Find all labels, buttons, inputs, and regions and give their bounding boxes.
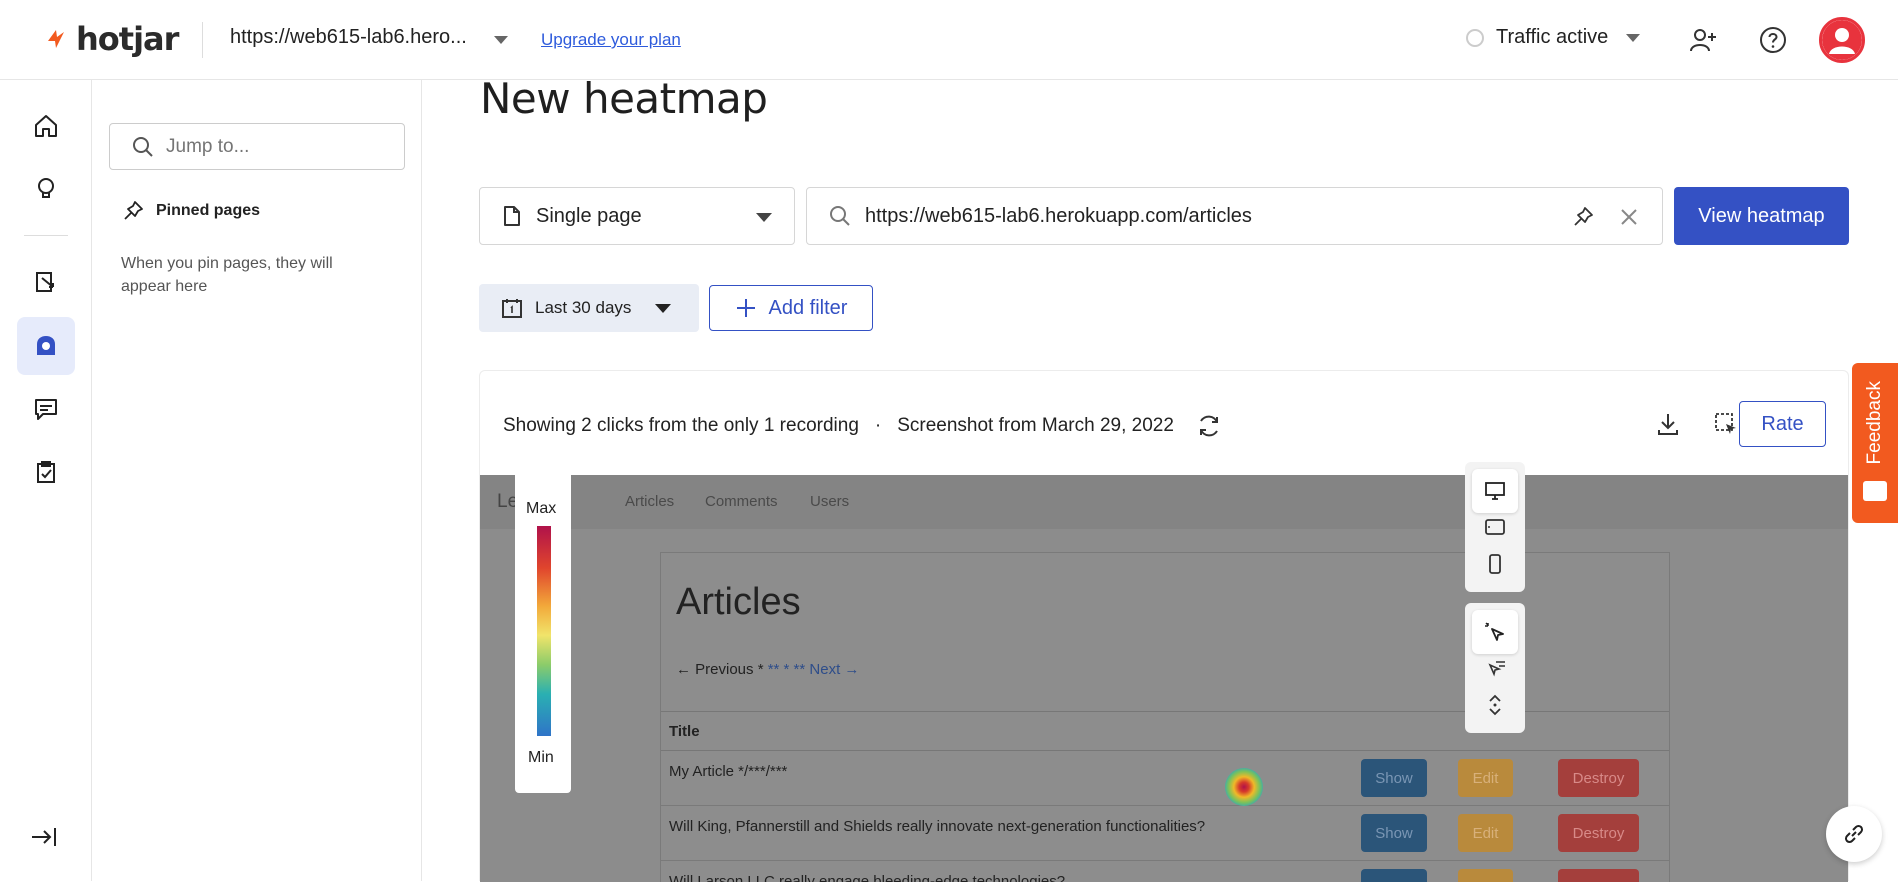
destroy-button: Destroy <box>1558 869 1639 882</box>
lightbulb-icon[interactable] <box>17 160 75 218</box>
preview-heading: Articles <box>676 581 801 623</box>
rate-button[interactable]: Rate <box>1739 401 1826 447</box>
chevron-down-icon[interactable] <box>494 36 508 44</box>
show-button: Show <box>1361 869 1427 882</box>
legend-max-label: Max <box>526 500 557 517</box>
pinned-pages-label: Pinned pages <box>156 202 261 219</box>
heatmap-summary: Showing 2 clicks from the only 1 recordi… <box>503 413 1222 439</box>
link-icon <box>1844 824 1864 844</box>
chevron-down-icon <box>1626 33 1641 42</box>
icon-rail <box>0 80 92 881</box>
chevron-down-icon <box>756 213 772 222</box>
jump-to-search[interactable] <box>109 123 405 170</box>
heatmap-legend: Max Min <box>515 475 571 793</box>
surveys-icon[interactable] <box>17 443 75 501</box>
pin-icon[interactable] <box>1572 206 1594 228</box>
heatmaps-icon[interactable] <box>17 317 75 375</box>
upgrade-plan-link[interactable]: Upgrade your plan <box>541 30 681 50</box>
url-value: https://web615-lab6.herokuapp.com/articl… <box>865 204 1252 227</box>
divider <box>202 22 203 58</box>
table-row: Will King, Pfannerstill and Shields real… <box>661 806 1669 861</box>
refresh-icon[interactable] <box>1196 413 1222 439</box>
avatar[interactable] <box>1819 17 1865 63</box>
preview-navbar: Le ws Articles Comments Users <box>480 475 1848 529</box>
table-row: My Article */***/*** Show Edit Destroy <box>661 751 1669 806</box>
file-icon <box>504 206 520 226</box>
traffic-status-label: Traffic active <box>1496 26 1609 48</box>
page-type-value: Single page <box>536 204 642 227</box>
status-dot-icon <box>1466 28 1484 47</box>
show-button: Show <box>1361 814 1427 852</box>
show-button: Show <box>1361 759 1427 797</box>
top-bar: hotjar https://web615-lab6.hero... Upgra… <box>0 0 1898 80</box>
url-input-field[interactable]: https://web615-lab6.herokuapp.com/articl… <box>806 187 1663 245</box>
close-icon[interactable] <box>1618 206 1640 228</box>
traffic-status-dropdown[interactable]: Traffic active <box>1466 26 1641 49</box>
table-row: Will Larson LLC really engage bleeding-e… <box>661 861 1669 882</box>
add-filter-button[interactable]: Add filter <box>709 285 873 331</box>
site-selector[interactable]: https://web615-lab6.hero... <box>230 26 470 49</box>
date-range-value: Last 30 days <box>535 298 632 317</box>
row-title: Will King, Pfannerstill and Shields real… <box>669 818 1206 835</box>
preview-nav-users: Users <box>810 493 850 510</box>
edit-button: Edit <box>1458 869 1513 882</box>
page-title: New heatmap <box>480 74 768 123</box>
chevron-down-icon <box>655 304 671 313</box>
copy-link-button[interactable] <box>1826 806 1882 862</box>
add-filter-label: Add filter <box>768 296 848 319</box>
pager-prev: ← Previous * <box>676 661 764 678</box>
preview-nav-comments: Comments <box>705 493 778 510</box>
page-type-select[interactable]: Single page <box>479 187 795 245</box>
legend-gradient-bar <box>537 526 551 736</box>
main-content: New heatmap Single page https://web615-l… <box>422 74 1898 882</box>
edit-button: Edit <box>1458 814 1513 852</box>
pin-icon <box>124 201 143 220</box>
clicks-summary: Showing 2 clicks from the only 1 recordi… <box>503 415 859 436</box>
home-icon[interactable] <box>17 97 75 155</box>
edit-button: Edit <box>1458 759 1513 797</box>
preview-nav-articles: Articles <box>625 493 675 510</box>
download-icon[interactable] <box>1652 408 1684 440</box>
preview-pager: ← Previous * ** * ** Next → <box>676 661 859 678</box>
feedback-chat-icon <box>1863 481 1887 501</box>
plus-icon <box>736 299 755 317</box>
destroy-button: Destroy <box>1558 759 1639 797</box>
date-range-dropdown[interactable]: Last 30 days <box>479 284 699 332</box>
hotjar-flame-icon <box>48 30 64 48</box>
view-heatmap-button[interactable]: View heatmap <box>1674 187 1849 245</box>
scroll-map-icon[interactable] <box>1472 683 1518 727</box>
search-input[interactable] <box>166 135 386 158</box>
select-area-icon[interactable] <box>1710 408 1742 440</box>
feedback-tab[interactable]: Feedback <box>1852 363 1898 523</box>
click-hotspot <box>1225 768 1263 806</box>
screenshot-info: Screenshot from March 29, 2022 <box>897 415 1174 436</box>
help-icon[interactable] <box>1757 24 1789 56</box>
row-title: My Article */***/*** <box>669 763 788 780</box>
side-panel: Pinned pages When you pin pages, they wi… <box>92 80 422 881</box>
mobile-icon[interactable] <box>1472 542 1518 586</box>
heatmap-type-toolbar <box>1465 603 1525 733</box>
hotjar-logo[interactable]: hotjar <box>44 20 179 58</box>
separator-dot: · <box>874 415 882 436</box>
feedback-icon[interactable] <box>17 380 75 438</box>
legend-min-label: Min <box>528 749 554 766</box>
search-icon <box>830 206 850 226</box>
destroy-button: Destroy <box>1558 814 1639 852</box>
pager-links: ** * ** Next → <box>763 661 860 678</box>
heatmap-card: Showing 2 clicks from the only 1 recordi… <box>479 370 1849 882</box>
feedback-tab-label: Feedback <box>1864 381 1885 465</box>
pinned-pages-heading: Pinned pages <box>122 200 260 222</box>
heatmap-preview[interactable]: Le ws Articles Comments Users Articles ←… <box>480 475 1848 882</box>
logo-text: hotjar <box>76 20 179 58</box>
pinned-empty-text: When you pin pages, they will appear her… <box>121 255 333 295</box>
recordings-icon[interactable] <box>17 253 75 311</box>
calendar-icon <box>502 299 522 318</box>
search-icon <box>133 136 153 157</box>
user-avatar-icon <box>1822 20 1862 60</box>
divider <box>24 235 68 236</box>
collapse-sidebar-icon[interactable] <box>30 826 58 848</box>
add-user-icon[interactable] <box>1687 24 1719 56</box>
device-toolbar <box>1465 462 1525 592</box>
